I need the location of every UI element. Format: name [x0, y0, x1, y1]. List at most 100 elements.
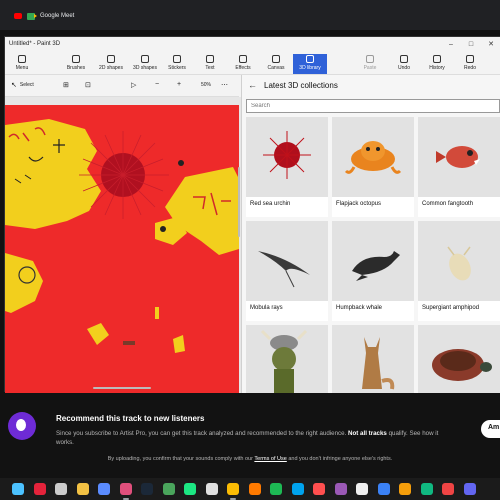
stickers-button[interactable]: Stickers — [162, 54, 192, 74]
select-icon: ↖ — [11, 82, 17, 89]
recommendation-emphasis: Not all tracks — [348, 430, 387, 437]
library-item-humpback-whale[interactable]: Humpback whale — [332, 221, 414, 321]
app-icon[interactable] — [98, 483, 110, 495]
effects-icon — [239, 55, 247, 63]
item-label: Flapjack octopus — [336, 201, 382, 207]
panel-title: Latest 3D collections — [264, 81, 338, 90]
recommendation-body: Since you subscribe to Artist Pro, you c… — [56, 430, 439, 446]
item-thumbnail — [418, 325, 500, 393]
minimize-icon[interactable]: – — [445, 40, 457, 50]
app-icon-12[interactable] — [463, 483, 476, 495]
zoom-level[interactable]: 50% — [201, 82, 211, 88]
recommendation-title: Recommend this track to new listeners — [56, 414, 205, 423]
paint-3d-icon[interactable] — [119, 483, 132, 500]
epic-games-icon[interactable] — [205, 483, 218, 495]
effects-button[interactable]: Effects — [228, 54, 258, 74]
drawing-canvas[interactable] — [5, 105, 239, 393]
library-item-turtle[interactable] — [418, 325, 500, 393]
item-thumbnail — [418, 221, 500, 301]
start-icon[interactable] — [12, 483, 24, 495]
horizontal-scrollbar[interactable] — [93, 387, 151, 389]
app-icon-10[interactable] — [420, 483, 433, 495]
brush-icon — [72, 55, 80, 63]
opera-icon[interactable] — [33, 483, 46, 495]
viking-goblin-image — [260, 329, 308, 393]
item-thumbnail — [332, 325, 414, 393]
steam-icon[interactable] — [141, 483, 153, 495]
app-icon-9[interactable] — [399, 483, 411, 495]
hulu-icon[interactable] — [184, 483, 196, 495]
item-thumbnail — [418, 117, 500, 197]
chrome-icon[interactable] — [227, 483, 239, 500]
library-item-mobula-rays[interactable]: Mobula rays — [246, 221, 328, 321]
undo-button[interactable]: Undo — [389, 54, 419, 74]
recommend-button[interactable]: Am — [481, 420, 500, 438]
library-item-fox[interactable] — [332, 325, 414, 393]
google-meet-icon — [27, 12, 37, 20]
task-view-icon[interactable] — [55, 483, 67, 495]
canvas-area — [5, 97, 241, 393]
browser-tab-google-meet[interactable]: Google Meet — [14, 8, 74, 24]
app-icon-3[interactable] — [248, 483, 261, 495]
brushes-button[interactable]: Brushes — [61, 54, 91, 74]
app-icon-11[interactable] — [442, 483, 454, 495]
3d-shapes-button[interactable]: 3D shapes — [128, 54, 162, 74]
terms-notice: By uploading, you confirm that your soun… — [107, 456, 393, 462]
crop-icon[interactable]: ⊞ — [63, 81, 69, 89]
file-explorer-icon[interactable] — [76, 483, 89, 495]
tab-label: Google Meet — [40, 13, 75, 19]
magic-select-icon[interactable]: ⊡ — [85, 81, 91, 89]
app-icon-7[interactable] — [356, 483, 368, 495]
terms-of-use-link[interactable]: Terms of Use — [254, 456, 286, 462]
app-icon-5[interactable] — [313, 483, 325, 495]
item-label: Red sea urchin — [250, 201, 291, 207]
view-icon[interactable]: ▷ — [131, 81, 136, 89]
app-icon-6[interactable] — [334, 483, 347, 495]
supergiant-amphipod-image — [447, 246, 471, 281]
menu-button[interactable]: Menu — [7, 54, 37, 74]
library-item-flapjack-octopus[interactable]: Flapjack octopus — [332, 117, 414, 217]
app-icon-4[interactable] — [291, 483, 304, 495]
library-item-viking-goblin[interactable] — [246, 325, 328, 393]
library-item-common-fangtooth[interactable]: Common fangtooth — [418, 117, 500, 217]
vertical-scrollbar[interactable] — [238, 167, 240, 237]
item-thumbnail — [332, 221, 414, 301]
item-thumbnail — [246, 325, 328, 393]
history-icon — [433, 55, 441, 63]
canvas-button[interactable]: Canvas — [261, 54, 291, 74]
spotify-icon[interactable] — [270, 483, 282, 495]
library-item-red-sea-urchin[interactable]: Red sea urchin — [246, 117, 328, 217]
paste-icon — [366, 55, 374, 63]
zoom-in-icon[interactable]: + — [177, 81, 181, 88]
common-fangtooth-image — [436, 146, 480, 168]
app-icon-2[interactable] — [162, 483, 175, 495]
folder-icon — [18, 55, 26, 63]
history-button[interactable]: History — [422, 54, 452, 74]
3d-library-panel: ← Latest 3D collections Red sea urchin — [241, 75, 500, 393]
search-input[interactable] — [246, 99, 500, 113]
item-label: Mobula rays — [250, 305, 283, 311]
canvas-icon — [272, 55, 280, 63]
close-icon[interactable]: ✕ — [485, 40, 497, 50]
3d-shapes-icon — [141, 55, 149, 63]
paste-button[interactable]: Paste — [355, 54, 385, 74]
fox-image — [362, 337, 395, 390]
recommendation-banner: Recommend this track to new listeners Si… — [0, 398, 500, 450]
back-arrow-icon[interactable]: ← — [248, 80, 257, 90]
text-button[interactable]: Text — [195, 54, 225, 74]
flapjack-octopus-image — [344, 141, 402, 174]
maximize-icon[interactable]: □ — [465, 40, 477, 50]
ribbon: Menu Brushes 2D shapes 3D shapes Sticker… — [5, 53, 500, 75]
redo-button[interactable]: Redo — [455, 54, 485, 74]
library-item-supergiant-amphipod[interactable]: Supergiant amphipod — [418, 221, 500, 321]
more-icon[interactable]: ⋯ — [221, 81, 228, 89]
zoom-out-icon[interactable]: − — [155, 81, 159, 88]
paint-3d-window: Untitled* - Paint 3D – □ ✕ Menu Brushes … — [4, 36, 500, 393]
sea-urchin-model[interactable] — [79, 131, 169, 219]
youtube-icon — [14, 13, 22, 19]
select-button[interactable]: ↖ Select — [11, 81, 34, 89]
3d-library-button[interactable]: 3D library — [293, 54, 327, 74]
2d-shapes-button[interactable]: 2D shapes — [94, 54, 128, 74]
app-icon-8[interactable] — [377, 483, 390, 495]
item-label: Common fangtooth — [422, 201, 474, 207]
